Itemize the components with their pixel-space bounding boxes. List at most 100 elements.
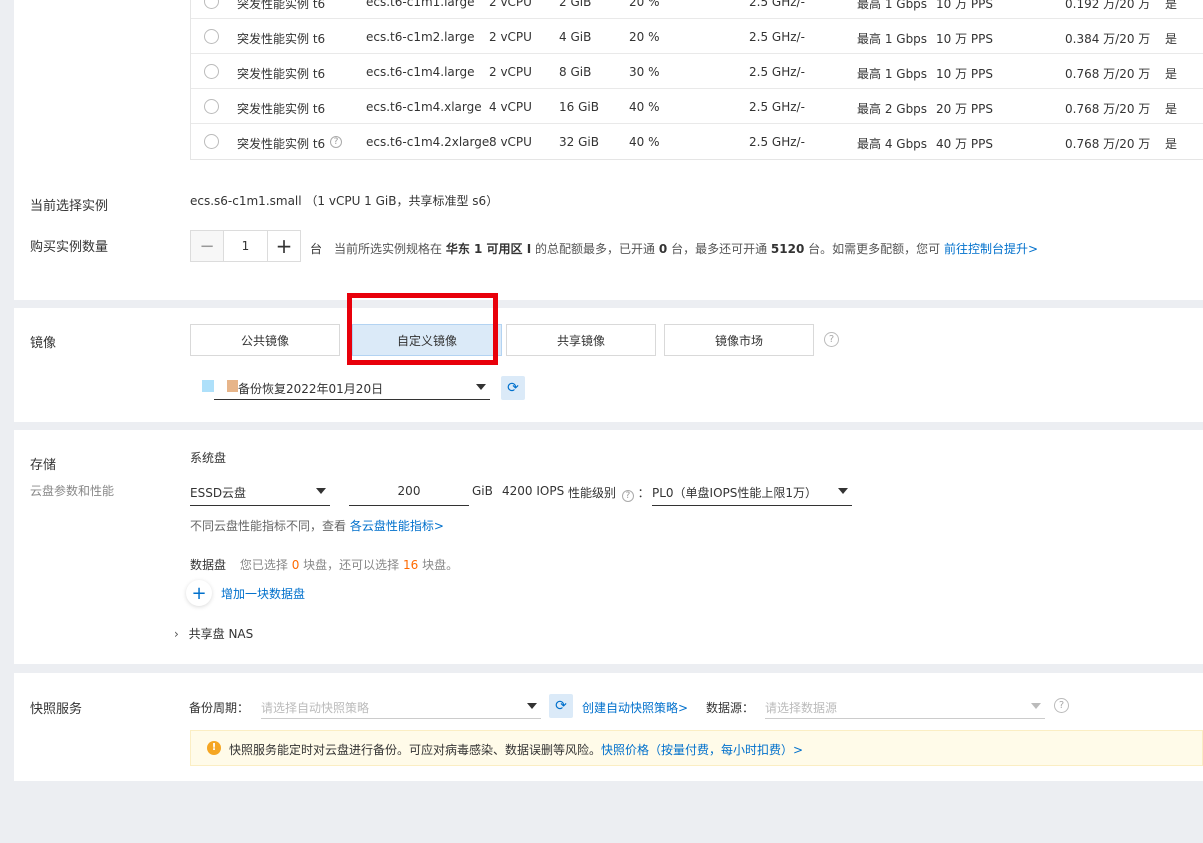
quota-open-count: 0	[658, 242, 668, 256]
plus-icon: +	[186, 580, 212, 606]
table-row[interactable]: 突发性能实例 t6 ecs.t6-c1m2.large 2 vCPU 4 GiB 20 …	[191, 19, 1203, 54]
table-row[interactable]: 突发性能实例 t6? ecs.t6-c1m4.2xlarge 8 vCPU 32 Gi…	[191, 124, 1203, 159]
cell-bandwidth: 最高 2 Gbps	[857, 102, 928, 116]
row-radio[interactable]	[204, 0, 219, 9]
cell-mem: 2 GiB	[559, 0, 592, 9]
cell-pps: 40 万 PPS	[936, 137, 993, 151]
quota-hint-suffix: 台。如需更多配额，您可	[808, 242, 941, 256]
data-source-placeholder: 请选择数据源	[765, 701, 838, 715]
cell-flag: 是	[1165, 102, 1178, 116]
notice-text-wrap: 快照服务能定时对云盘进行备份。可应对病毒感染、数据误删等风险。快照价格（按量付费…	[229, 741, 803, 758]
tab-public-image[interactable]: 公共镜像	[190, 324, 340, 356]
cell-pps: 10 万 PPS	[936, 0, 993, 11]
decrement-button[interactable]: −	[191, 231, 223, 261]
nas-toggle[interactable]: › 共享盘 NAS	[174, 625, 253, 642]
cell-mem: 4 GiB	[559, 30, 592, 44]
cell-family: 突发性能实例 t6	[237, 102, 326, 116]
tab-image-market[interactable]: 镜像市场	[664, 324, 814, 356]
custom-image-value: 备份恢复2022年01月20日	[238, 382, 384, 396]
row-radio[interactable]	[204, 64, 219, 79]
cell-family: 突发性能实例 t6	[237, 32, 326, 46]
row-radio[interactable]	[204, 134, 219, 149]
cell-mem: 32 GiB	[559, 135, 599, 149]
quantity-input[interactable]: 1	[223, 231, 268, 261]
snapshot-label: 快照服务	[30, 702, 83, 717]
cell-baseline: 40 %	[629, 135, 660, 149]
chevron-down-icon	[316, 488, 326, 494]
table-row[interactable]: 突发性能实例 t6 ecs.t6-c1m1.large 2 vCPU 2 GiB 20 …	[191, 0, 1203, 19]
image-help-icon[interactable]: ?	[824, 332, 839, 347]
image-thumbnail-1	[202, 380, 214, 392]
cell-family: 突发性能实例 t6	[237, 0, 326, 11]
data-source-help-icon[interactable]: ?	[1054, 698, 1069, 713]
quota-zone: 华东 1 可用区 I	[445, 242, 532, 256]
cell-mem: 16 GiB	[559, 100, 599, 114]
cell-quota: 0.192 万/20 万	[1065, 0, 1151, 11]
table-row[interactable]: 突发性能实例 t6 ecs.t6-c1m4.xlarge 4 vCPU 16 GiB 4…	[191, 89, 1203, 124]
data-disk-row: 数据盘 您已选择 0 块盘，还可以选择 16 块盘。	[190, 556, 458, 573]
cell-pps: 20 万 PPS	[936, 102, 993, 116]
perf-level-text: 性能级别	[568, 486, 617, 500]
perf-metrics-link[interactable]: 各云盘性能指标>	[350, 519, 444, 533]
quantity-stepper[interactable]: − 1 +	[190, 230, 301, 262]
data-disk-suffix: 块盘。	[422, 558, 459, 572]
cell-vcpu: 2 vCPU	[489, 30, 532, 44]
cell-vcpu: 2 vCPU	[489, 0, 532, 9]
data-source-select[interactable]: 请选择数据源	[765, 695, 1045, 719]
cell-quota: 0.768 万/20 万	[1065, 67, 1151, 81]
tab-shared-image[interactable]: 共享镜像	[506, 324, 656, 356]
cell-quota: 0.384 万/20 万	[1065, 32, 1151, 46]
disk-size-unit: GiB	[472, 484, 493, 498]
cell-freq: 2.5 GHz/-	[749, 100, 805, 114]
row-radio[interactable]	[204, 99, 219, 114]
snapshot-price-link[interactable]: 快照价格（按量付费，每小时扣费）>	[601, 743, 803, 757]
data-source-label: 数据源：	[706, 701, 755, 715]
cell-pps: 10 万 PPS	[936, 32, 993, 46]
add-data-disk-button[interactable]: + 增加一块数据盘	[186, 580, 305, 606]
disk-type-select[interactable]: ESSD云盘	[190, 482, 330, 506]
chevron-right-icon: ›	[174, 627, 179, 641]
cell-freq: 2.5 GHz/-	[749, 135, 805, 149]
cell-spec: ecs.t6-c1m2.large	[366, 30, 475, 44]
perf-note: 不同云盘性能指标不同，查看 各云盘性能指标>	[190, 517, 444, 534]
custom-image-select[interactable]: 备份恢复2022年01月20日	[214, 378, 490, 400]
cell-flag: 是	[1165, 32, 1178, 46]
cell-spec: ecs.t6-c1m4.2xlarge	[366, 135, 490, 149]
row-radio[interactable]	[204, 29, 219, 44]
cell-flag: 是	[1165, 137, 1178, 151]
data-disk-prefix: 您已选择	[239, 558, 288, 572]
cell-flag: 是	[1165, 0, 1178, 11]
increment-button[interactable]: +	[268, 231, 300, 261]
quantity-unit: 台	[310, 242, 323, 256]
create-snapshot-policy-link[interactable]: 创建自动快照策略>	[582, 699, 688, 716]
disk-size-value: 200	[397, 484, 421, 498]
perf-help-icon[interactable]: ?	[621, 490, 634, 502]
quota-hint: 当前所选实例规格在 华东 1 可用区 I 的总配额最多，已开通 0 台，最多还可…	[334, 240, 1038, 257]
cell-bandwidth: 最高 1 Gbps	[857, 67, 928, 81]
cell-freq: 2.5 GHz/-	[749, 30, 805, 44]
disk-type-value: ESSD云盘	[190, 486, 247, 500]
quantity-label: 购买实例数量	[30, 240, 109, 255]
snapshot-policy-select[interactable]: 请选择自动快照策略	[261, 695, 541, 719]
cell-vcpu: 4 vCPU	[489, 100, 532, 114]
image-label: 镜像	[30, 336, 57, 351]
refresh-icon[interactable]: ⟳	[549, 694, 573, 718]
help-icon[interactable]: ?	[330, 136, 342, 148]
instance-table: 突发性能实例 t6 ecs.t6-c1m1.large 2 vCPU 2 GiB 20 …	[190, 0, 1203, 160]
cell-baseline: 40 %	[629, 100, 660, 114]
cell-bandwidth: 最高 1 Gbps	[857, 32, 928, 46]
perf-note-text: 不同云盘性能指标不同，查看	[190, 519, 347, 533]
cell-family: 突发性能实例 t6	[237, 137, 326, 151]
nas-label: 共享盘 NAS	[188, 627, 254, 641]
cell-baseline: 20 %	[629, 0, 660, 9]
cell-pps: 10 万 PPS	[936, 67, 993, 81]
data-disk-remaining: 16	[403, 558, 419, 572]
refresh-icon[interactable]: ⟳	[501, 376, 525, 400]
perf-level-select[interactable]: PL0（单盘IOPS性能上限1万）	[652, 482, 852, 506]
disk-size-input[interactable]: 200	[349, 482, 469, 506]
snapshot-notice: ! 快照服务能定时对云盘进行备份。可应对病毒感染、数据误删等风险。快照价格（按量…	[190, 730, 1203, 766]
cell-bandwidth: 最高 1 Gbps	[857, 0, 928, 11]
quota-increase-link[interactable]: 前往控制台提升>	[944, 242, 1038, 256]
quota-hint-mid: 的总配额最多，已开通	[535, 242, 656, 256]
table-row[interactable]: 突发性能实例 t6 ecs.t6-c1m4.large 2 vCPU 8 GiB 30 …	[191, 54, 1203, 89]
